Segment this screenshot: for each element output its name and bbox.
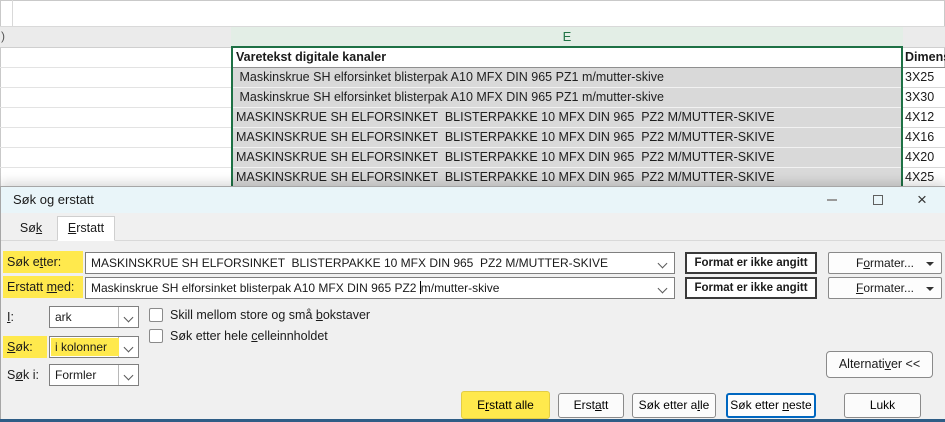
look-in-select[interactable]: Formler	[49, 364, 139, 386]
chevron-down-icon	[124, 371, 134, 381]
dialog-title: Søk og erstatt	[13, 192, 94, 207]
tab-strip: Søk Erstatt	[1, 213, 945, 241]
table-row-dim[interactable]: 3X25	[903, 68, 945, 88]
erstatt-med-input[interactable]: Maskinskrue SH elforsinket blisterpak A1…	[85, 277, 675, 299]
match-case-label: Skill mellom store og små bokstaver	[170, 308, 370, 322]
table-row-dim[interactable]: 4X20	[903, 148, 945, 168]
sok-etter-input[interactable]: MASKINSKRUE SH ELFORSINKET BLISTERPAKKE …	[85, 252, 675, 274]
table-row-dim[interactable]: 4X16	[903, 128, 945, 148]
erstatt-button[interactable]: Erstatt	[558, 393, 624, 418]
column-header-e[interactable]: E	[231, 27, 903, 48]
close-icon: ×	[917, 190, 927, 210]
table-row-cell[interactable]: MASKINSKRUE SH ELFORSINKET BLISTERPAKKE …	[233, 148, 901, 168]
checkbox-icon[interactable]	[149, 308, 163, 322]
dropdown-arrow-icon	[926, 262, 934, 266]
search-direction-label: Søk:	[3, 336, 47, 358]
chevron-down-icon	[124, 343, 134, 353]
selection-border-left	[231, 47, 233, 186]
erstatt-med-value: Maskinskrue SH elforsinket blisterpak A1…	[91, 278, 652, 298]
selection-border-right	[901, 47, 903, 186]
cell-e-header[interactable]: Varetekst digitale kanaler	[233, 48, 901, 68]
cell-dim-header[interactable]: Dimensjon	[903, 48, 945, 68]
dropdown-segment[interactable]	[118, 337, 138, 357]
gridline	[0, 107, 232, 108]
gridline	[0, 147, 232, 148]
sok-etter-alle-button[interactable]: Søk etter alle	[632, 393, 716, 418]
match-case-checkbox-row[interactable]: Skill mellom store og små bokstaver	[149, 307, 370, 323]
minimize-icon	[827, 199, 837, 201]
screenshot-canvas: ) E Varetekst digitale kanaler Dimensjon…	[0, 0, 945, 422]
table-row-cell[interactable]: Maskinskrue SH elforsinket blisterpak A1…	[233, 88, 901, 108]
minimize-button[interactable]	[815, 187, 849, 213]
table-row-cell[interactable]: Maskinskrue SH elforsinket blisterpak A1…	[233, 68, 901, 88]
erstatt-med-label: Erstatt med:	[3, 276, 83, 298]
within-label: I:	[7, 306, 14, 328]
entire-cell-label: Søk etter hele celleinnholdet	[170, 329, 328, 343]
chevron-down-icon[interactable]	[658, 259, 668, 269]
gridline	[0, 87, 232, 88]
table-row-cell[interactable]: MASKINSKRUE SH ELFORSINKET BLISTERPAKKE …	[233, 168, 901, 188]
dropdown-segment[interactable]	[118, 307, 138, 327]
gridline	[0, 127, 232, 128]
dialog-titlebar[interactable]: Søk og erstatt ×	[1, 187, 945, 213]
pane-divider-line	[12, 0, 13, 26]
sok-etter-neste-button[interactable]: Søk etter neste	[726, 393, 816, 418]
chevron-down-icon[interactable]	[658, 284, 668, 294]
format-status-replace: Format er ikke angitt	[685, 277, 817, 299]
dropdown-segment[interactable]	[118, 365, 138, 385]
lukk-button[interactable]: Lukk	[844, 393, 921, 418]
format-status-find: Format er ikke angitt	[685, 252, 817, 274]
tab-erstatt[interactable]: Erstatt	[57, 216, 115, 241]
clipped-header-text: )	[1, 29, 5, 43]
sok-etter-label: Søk etter:	[3, 251, 83, 273]
find-replace-dialog: Søk og erstatt × Søk Erstatt Søk etter: …	[0, 186, 945, 422]
table-row-dim[interactable]: 4X12	[903, 108, 945, 128]
formater-button-replace[interactable]: Formater...	[828, 277, 942, 299]
table-row-cell[interactable]: MASKINSKRUE SH ELFORSINKET BLISTERPAKKE …	[233, 108, 901, 128]
close-button[interactable]: ×	[905, 187, 939, 213]
erstatt-alle-button[interactable]: Erstatt alle	[461, 391, 550, 419]
checkbox-icon[interactable]	[149, 329, 163, 343]
chevron-down-icon	[124, 313, 134, 323]
gridline	[0, 67, 232, 68]
tab-sok[interactable]: Søk	[9, 216, 53, 241]
table-row-dim[interactable]: 3X30	[903, 88, 945, 108]
sok-etter-value: MASKINSKRUE SH ELFORSINKET BLISTERPAKKE …	[91, 253, 652, 273]
maximize-icon	[873, 195, 883, 205]
search-direction-select[interactable]: i kolonner	[49, 336, 139, 358]
gridline	[0, 167, 232, 168]
look-in-label: Søk i:	[7, 364, 39, 386]
within-select[interactable]: ark	[49, 306, 139, 328]
table-row-dim[interactable]: 4X25	[903, 168, 945, 188]
maximize-button[interactable]	[861, 187, 895, 213]
formater-button-find[interactable]: Formater...	[828, 252, 942, 274]
dropdown-arrow-icon	[926, 287, 934, 291]
table-row-cell[interactable]: MASKINSKRUE SH ELFORSINKET BLISTERPAKKE …	[233, 128, 901, 148]
entire-cell-checkbox-row[interactable]: Søk etter hele celleinnholdet	[149, 328, 328, 344]
alternativer-button[interactable]: Alternativer <<	[826, 351, 933, 378]
